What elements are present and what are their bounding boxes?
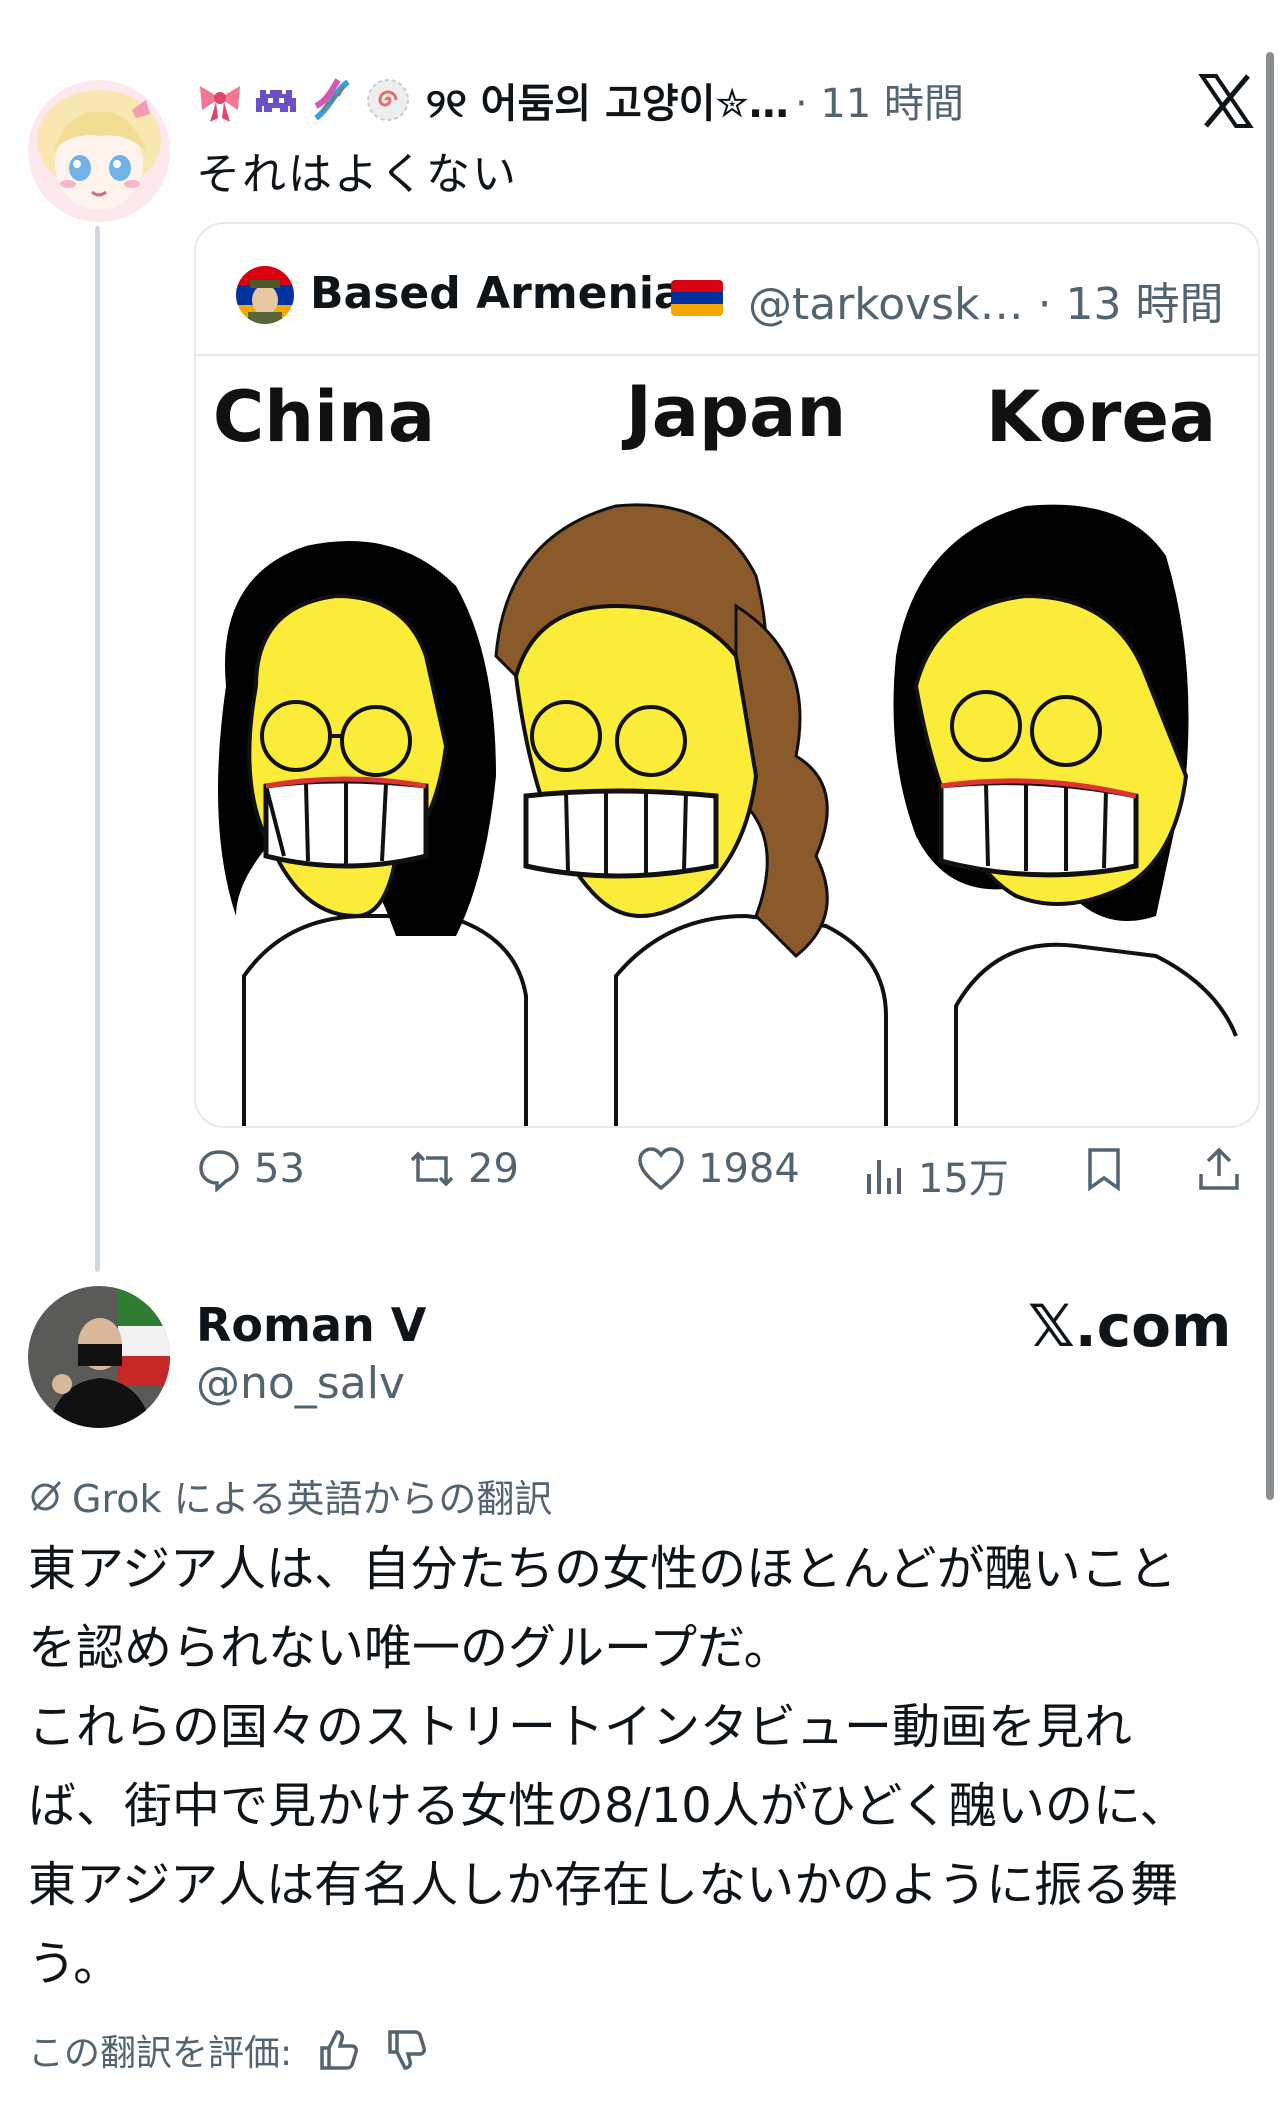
meme-label-japan: Japan	[622, 371, 846, 453]
quoted-handle-time[interactable]: @tarkovsk… · 13 時間	[748, 268, 1224, 332]
x-logo-icon	[1198, 74, 1254, 128]
user-handle[interactable]: @no_salv	[196, 1358, 405, 1409]
thumbs-up-icon[interactable]	[316, 2028, 360, 2072]
grok-label-text: Grok による英語からの翻訳	[72, 1477, 553, 1521]
armenia-flag-icon	[671, 280, 723, 316]
thread-connector-line	[95, 226, 100, 1272]
tweet-header: ୨୧ 어둠의 고양이✮… · 11 時間	[196, 70, 964, 130]
repost-count: 29	[468, 1146, 519, 1192]
rate-translation: この翻訳を評価:	[28, 2024, 428, 2076]
action-bar: 53 29 1984 15万	[196, 1146, 1256, 1216]
spiral-candy-icon	[364, 76, 412, 124]
bookmark-icon	[1088, 1148, 1120, 1192]
display-name[interactable]: Roman V	[196, 1298, 426, 1352]
reply-button[interactable]: 53	[196, 1146, 305, 1192]
thumbs-down-icon[interactable]	[384, 2028, 428, 2072]
like-button[interactable]: 1984	[636, 1146, 800, 1192]
avatar[interactable]	[28, 1286, 170, 1428]
meme-image[interactable]: China Japan Korea	[196, 356, 1258, 1126]
reply-count: 53	[254, 1146, 305, 1192]
reply-icon	[199, 1150, 239, 1192]
repost-icon	[410, 1151, 454, 1187]
rate-label: この翻訳を評価:	[28, 2033, 293, 2074]
meme-label-china: China	[213, 376, 435, 458]
views-count: 15万	[918, 1156, 1009, 1202]
quoted-display-name[interactable]: Based Armenia	[310, 268, 684, 319]
avatar[interactable]	[28, 80, 170, 222]
bookmark-button[interactable]	[1084, 1146, 1136, 1192]
avatar[interactable]	[236, 266, 294, 324]
timestamp[interactable]: · 11 時間	[795, 71, 964, 129]
display-name[interactable]: ୨୧ 어둠의 고양이✮…	[426, 71, 789, 129]
space-invader-icon	[252, 76, 300, 124]
quoted-tweet-header: Based Armenia @tarkovsk… · 13 時間	[196, 224, 1258, 356]
like-count: 1984	[698, 1146, 800, 1192]
meme-label-korea: Korea	[986, 376, 1216, 458]
share-button[interactable]	[1196, 1146, 1254, 1192]
scrollbar[interactable]	[1266, 52, 1274, 1500]
grok-translation-label: Grok による英語からの翻訳	[28, 1468, 552, 1523]
grok-icon	[31, 1480, 62, 1511]
repost-button[interactable]: 29	[408, 1146, 519, 1192]
dna-icon	[308, 76, 356, 124]
translated-text: 東アジア人は、自分たちの女性のほとんどが醜いこと を認められない唯一のグループだ…	[28, 1541, 1188, 1992]
xcom-watermark: 𝕏.com	[1028, 1292, 1232, 1360]
views-chart-icon	[867, 1160, 901, 1194]
share-icon	[1199, 1147, 1239, 1190]
heart-icon	[638, 1147, 684, 1191]
quoted-tweet-card[interactable]: Based Armenia @tarkovsk… · 13 時間 China J…	[194, 222, 1260, 1128]
tweet-text: それはよくない	[196, 149, 518, 200]
views-button[interactable]: 15万	[864, 1146, 1009, 1204]
ribbon-icon	[196, 76, 244, 124]
